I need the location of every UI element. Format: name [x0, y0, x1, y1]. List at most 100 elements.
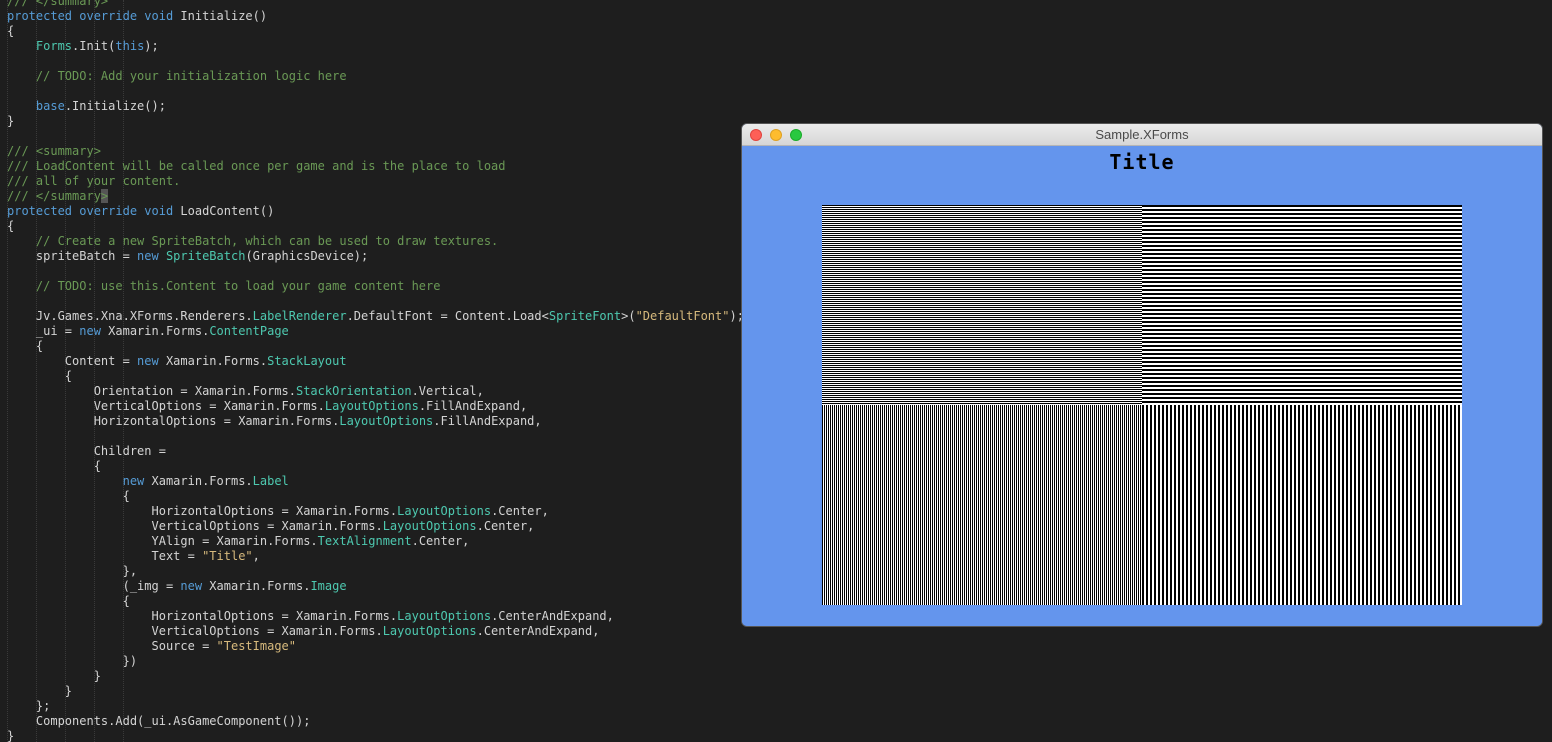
code-token: {	[7, 219, 15, 233]
code-line: }	[7, 114, 14, 129]
code-line: /// </summary>	[7, 189, 109, 204]
code-token: SpriteBatch	[165, 249, 246, 263]
code-token: .Center,	[411, 534, 470, 548]
code-token: new	[79, 324, 109, 338]
code-line: }	[7, 729, 14, 742]
code-token: .Initialize();	[64, 99, 166, 113]
test-pattern-coarse-horizontal	[1142, 205, 1462, 405]
code-token: StackOrientation	[295, 384, 412, 398]
code-line: {	[7, 459, 101, 474]
game-content-area: Title	[742, 146, 1542, 626]
code-token: .Init(	[72, 39, 116, 53]
code-token: LayoutOptions	[339, 414, 434, 428]
code-token: "DefaultFont"	[635, 309, 730, 323]
test-pattern-fine-vertical	[822, 405, 1142, 605]
code-token: }	[7, 114, 15, 128]
code-token: Children =	[7, 444, 166, 458]
code-token: "TestImage"	[216, 639, 296, 653]
code-line: _ui = new Xamarin.Forms.ContentPage	[7, 324, 289, 339]
code-token: HorizontalOptions = Xamarin.Forms.	[7, 609, 398, 623]
code-token: ,	[252, 549, 260, 563]
code-token: LayoutOptions	[324, 399, 419, 413]
code-token: (GraphicsDevice);	[245, 249, 369, 263]
code-token: "Title"	[202, 549, 253, 563]
app-window[interactable]: Sample.XForms Title	[742, 124, 1542, 626]
code-token: /// </summary	[7, 189, 101, 203]
code-token: VerticalOptions = Xamarin.Forms.	[7, 519, 383, 533]
window-title: Sample.XForms	[1095, 127, 1189, 142]
code-line: // TODO: Add your initialization logic h…	[7, 69, 347, 84]
code-token: {	[7, 339, 44, 353]
code-token: })	[7, 654, 138, 668]
code-line: /// all of your content.	[7, 174, 180, 189]
code-line: protected override void LoadContent()	[7, 204, 274, 219]
code-token: Content =	[7, 354, 138, 368]
code-token: }	[7, 684, 73, 698]
title-label: Title	[1109, 150, 1175, 174]
code-token: /// <summary>	[7, 144, 101, 158]
code-line: Content = new Xamarin.Forms.StackLayout	[7, 354, 347, 369]
code-line: Components.Add(_ui.AsGameComponent());	[7, 714, 311, 729]
code-token: );	[144, 39, 159, 53]
code-line: YAlign = Xamarin.Forms.TextAlignment.Cen…	[7, 534, 469, 549]
code-token: }	[7, 669, 101, 683]
code-token: }	[7, 729, 15, 742]
code-line: })	[7, 654, 137, 669]
code-token: TextAlignment	[317, 534, 412, 548]
code-token: Source =	[7, 639, 217, 653]
code-token: {	[7, 594, 130, 608]
code-line: }	[7, 669, 101, 684]
code-token: Xamarin.Forms.	[151, 474, 253, 488]
code-token: spriteBatch =	[7, 249, 138, 263]
code-line: base.Initialize();	[7, 99, 166, 114]
code-token: .CenterAndExpand,	[491, 609, 614, 623]
code-token: Text =	[7, 549, 203, 563]
code-line: HorizontalOptions = Xamarin.Forms.Layout…	[7, 414, 542, 429]
code-token: new	[122, 474, 152, 488]
code-line: Source = "TestImage"	[7, 639, 296, 654]
code-token: .Vertical,	[411, 384, 484, 398]
code-token: Components.Add(_ui.AsGameComponent());	[7, 714, 311, 728]
code-line: // TODO: use this.Content to load your g…	[7, 279, 441, 294]
code-token: VerticalOptions = Xamarin.Forms.	[7, 399, 325, 413]
code-token: Xamarin.Forms.	[165, 354, 268, 368]
code-token: SpriteFont	[548, 309, 622, 323]
code-token: (_img =	[7, 579, 181, 593]
window-titlebar[interactable]: Sample.XForms	[742, 124, 1542, 146]
code-token: protected override void	[7, 9, 181, 23]
code-token: YAlign = Xamarin.Forms.	[7, 534, 318, 548]
test-image	[822, 205, 1462, 605]
code-token: HorizontalOptions = Xamarin.Forms.	[7, 414, 340, 428]
code-token: >	[100, 189, 109, 203]
code-token: Image	[310, 579, 347, 593]
code-token: ContentPage	[209, 324, 289, 338]
code-token: LayoutOptions	[382, 624, 477, 638]
code-token: .FillAndExpand,	[418, 399, 528, 413]
code-token: .CenterAndExpand,	[476, 624, 600, 638]
code-line: Forms.Init(this);	[7, 39, 159, 54]
code-token: },	[7, 564, 138, 578]
code-token: LayoutOptions	[397, 609, 492, 623]
code-token: LoadContent()	[180, 204, 275, 218]
code-token: StackLayout	[267, 354, 347, 368]
code-token: >(	[621, 309, 636, 323]
code-token: this	[115, 39, 145, 53]
code-line: /// <summary>	[7, 144, 101, 159]
code-token: Forms	[35, 39, 73, 53]
code-token: LayoutOptions	[397, 504, 492, 518]
test-pattern-coarse-vertical	[1142, 405, 1462, 605]
code-token: /// </summary>	[7, 0, 109, 8]
code-token: new	[137, 249, 166, 263]
code-token: Label	[252, 474, 289, 488]
code-line: {	[7, 594, 130, 609]
code-line: // Create a new SpriteBatch, which can b…	[7, 234, 498, 249]
code-token: /// all of your content.	[7, 174, 181, 188]
code-token: // TODO: use this.Content to load your g…	[35, 279, 441, 293]
code-line: HorizontalOptions = Xamarin.Forms.Layout…	[7, 504, 548, 519]
